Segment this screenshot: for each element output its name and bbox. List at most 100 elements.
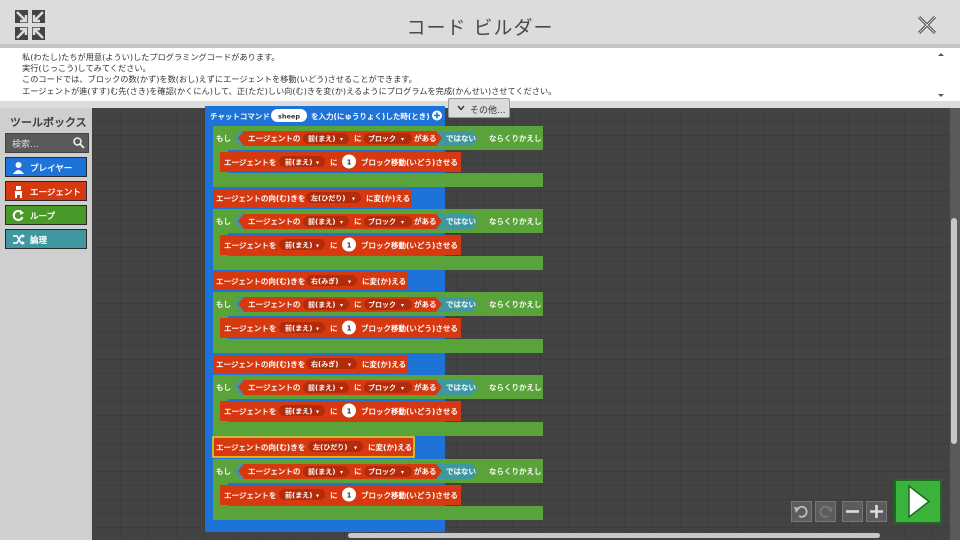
chat-command-prefix: チャットコマンド [210, 112, 270, 121]
move-direction-value: 前(まえ) [285, 241, 312, 250]
repeat-suffix: ならくりかえし [489, 300, 542, 309]
turn-direction-value: 左(ひだり) [312, 443, 347, 452]
ni-label: に [330, 324, 338, 333]
turn-suffix: に変(か)える [362, 359, 406, 369]
ga-aru-label: がある [414, 133, 437, 143]
redo-icon [819, 505, 833, 518]
move-direction-value: 前(まえ) [285, 491, 312, 500]
block-word: ブロック [368, 217, 396, 226]
ga-aru-label: がある [414, 466, 437, 476]
undo-button[interactable] [791, 501, 812, 522]
turn-suffix: に変(か)える [368, 442, 412, 452]
svg-text:▾: ▾ [354, 445, 357, 452]
move-suffix: ブロック移動(いどう)させる [361, 406, 458, 416]
ni-label: に [330, 491, 338, 500]
svg-text:▾: ▾ [316, 243, 319, 250]
svg-text:▾: ▾ [340, 219, 343, 226]
turn-agent-block[interactable]: エージェントの向(む)きを 左(ひだり) ▾ に変(か)える [213, 189, 412, 207]
move-direction-value: 前(まえ) [285, 158, 312, 167]
move-prefix: エージェントを [224, 158, 276, 167]
zoom-out-button[interactable] [842, 501, 863, 522]
repeat-label: もし [216, 134, 231, 143]
ni-label: に [330, 241, 338, 250]
repeat-while-block[interactable]: もし ではない エージェントの 前(まえ) ▾ に ブロック ▾ がある ならく… [213, 375, 543, 436]
minus-icon [846, 510, 859, 513]
agent-of-label: エージェントの [248, 134, 300, 143]
repeat-while-block[interactable]: もし ではない エージェントの 前(まえ) ▾ に ブロック ▾ がある ならく… [213, 126, 543, 187]
repeat-while-block[interactable]: もし ではない エージェントの 前(まえ) ▾ に ブロック ▾ がある ならく… [213, 459, 543, 520]
svg-text:▾: ▾ [401, 136, 404, 143]
repeat-suffix: ならくりかえし [489, 383, 542, 392]
move-prefix: エージェントを [224, 324, 276, 333]
move-count-value: 1 [347, 325, 352, 333]
direction-value: 前(まえ) [308, 467, 335, 476]
block-word: ブロック [368, 134, 396, 143]
turn-prefix: エージェントの向(む)きを [216, 193, 305, 203]
move-suffix: ブロック移動(いどう)させる [361, 240, 458, 250]
undo-icon [794, 505, 808, 518]
move-prefix: エージェントを [224, 241, 276, 250]
command-name: sheep [278, 113, 300, 121]
turn-direction-value: 左(ひだり) [310, 194, 345, 203]
agent-of-label: エージェントの [248, 217, 300, 226]
turn-agent-block[interactable]: エージェントの向(む)きを 右(みぎ) ▾ に変(か)える [213, 355, 408, 373]
run-button[interactable] [894, 479, 942, 524]
ni-label: に [354, 383, 362, 392]
ni-label: に [354, 134, 362, 143]
move-direction-value: 前(まえ) [285, 324, 312, 333]
svg-text:▾: ▾ [316, 409, 319, 416]
direction-value: 前(まえ) [308, 134, 335, 143]
direction-value: 前(まえ) [308, 383, 335, 392]
move-suffix: ブロック移動(いどう)させる [361, 323, 458, 333]
svg-text:▾: ▾ [401, 219, 404, 226]
repeat-suffix: ならくりかえし [489, 467, 542, 476]
repeat-label: もし [216, 300, 231, 309]
redo-button[interactable] [815, 501, 836, 522]
svg-text:▾: ▾ [401, 302, 404, 309]
play-icon [908, 484, 931, 519]
ga-aru-label: がある [414, 299, 437, 309]
ni-label: に [354, 217, 362, 226]
more-button[interactable]: その他... [448, 98, 510, 118]
repeat-label: もし [216, 217, 231, 226]
ni-label: に [330, 407, 338, 416]
svg-text:▾: ▾ [340, 469, 343, 476]
ni-label: に [354, 467, 362, 476]
direction-value: 前(まえ) [308, 217, 335, 226]
agent-of-label: エージェントの [248, 383, 300, 392]
turn-prefix: エージェントの向(む)きを [216, 359, 305, 369]
more-button-label: その他... [470, 106, 506, 116]
ni-label: に [354, 300, 362, 309]
ni-label: に [330, 158, 338, 167]
repeat-label: もし [216, 383, 231, 392]
turn-prefix: エージェントの向(む)きを [216, 442, 305, 452]
direction-value: 前(まえ) [308, 300, 335, 309]
svg-text:▾: ▾ [340, 302, 343, 309]
svg-text:▾: ▾ [401, 385, 404, 392]
not-label: ではない [446, 300, 476, 309]
repeat-suffix: ならくりかえし [489, 134, 542, 143]
not-label: ではない [446, 217, 476, 226]
turn-agent-block-selected[interactable]: エージェントの向(む)きを 左(ひだり) ▾ に変(か)える [212, 436, 415, 458]
svg-text:▾: ▾ [348, 279, 351, 286]
turn-agent-block[interactable]: エージェントの向(む)きを 右(みぎ) ▾ に変(か)える [213, 272, 408, 290]
svg-text:▾: ▾ [401, 469, 404, 476]
turn-direction-value: 右(みぎ) [310, 360, 338, 369]
block-program: チャットコマンド sheep を入力(にゅうりょく)した時(とき) もし ではな… [205, 106, 543, 532]
block-word: ブロック [368, 300, 396, 309]
chevron-down-icon [457, 105, 465, 111]
svg-text:▾: ▾ [316, 493, 319, 500]
block-word: ブロック [368, 467, 396, 476]
repeat-while-block[interactable]: もし ではない エージェントの 前(まえ) ▾ に ブロック ▾ がある ならく… [213, 292, 543, 353]
not-label: ではない [446, 134, 476, 143]
svg-text:▾: ▾ [348, 362, 351, 369]
svg-text:▾: ▾ [340, 136, 343, 143]
repeat-while-block[interactable]: もし ではない エージェントの 前(まえ) ▾ に ブロック ▾ がある ならく… [213, 209, 543, 270]
turn-suffix: に変(か)える [366, 193, 410, 203]
agent-of-label: エージェントの [248, 300, 300, 309]
ga-aru-label: がある [414, 216, 437, 226]
move-count-value: 1 [347, 408, 352, 416]
zoom-in-button[interactable] [866, 501, 887, 522]
repeat-label: もし [216, 467, 231, 476]
not-label: ではない [446, 467, 476, 476]
